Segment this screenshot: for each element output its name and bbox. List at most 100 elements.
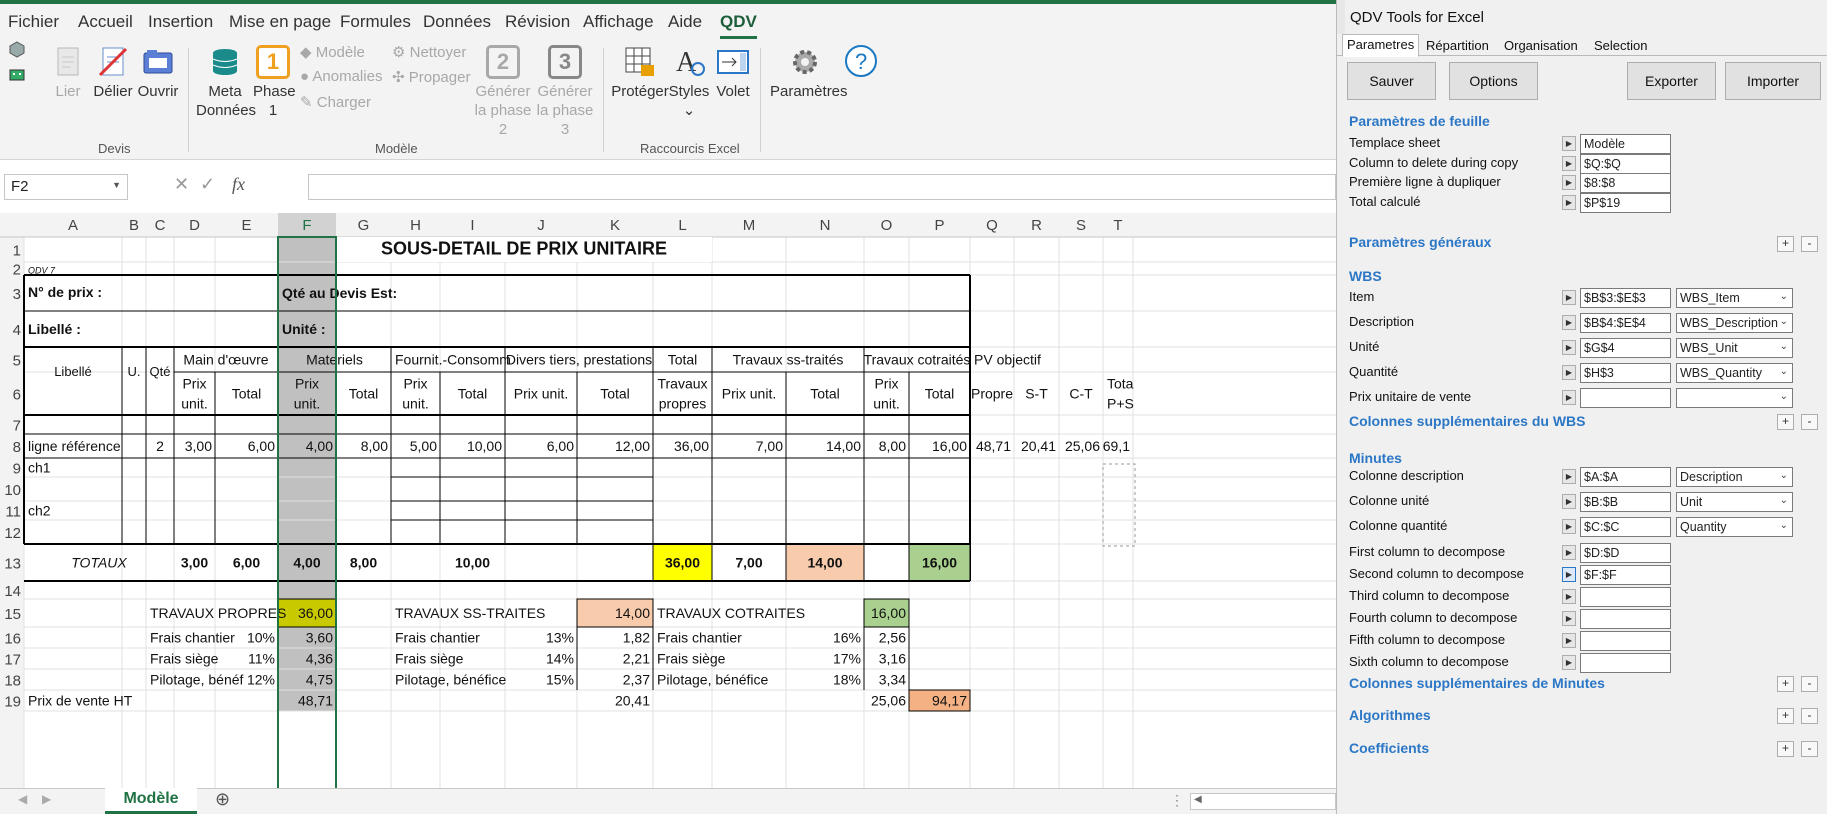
volet-button[interactable]: Volet [712, 45, 754, 101]
tab-organisation[interactable]: Organisation [1500, 36, 1582, 56]
field-input[interactable]: $Q:$Q [1580, 153, 1671, 174]
menu-accueil[interactable]: Accueil [78, 12, 133, 32]
cell-picker-arrow-icon[interactable]: ▶ [1562, 194, 1576, 210]
cell-picker-arrow-icon[interactable]: ▶ [1562, 567, 1576, 582]
next-sheet-icon[interactable]: ▶ [42, 792, 51, 806]
section-minutes-extra[interactable]: Colonnes supplémentaires de Minutes [1349, 675, 1605, 691]
scroll-left-icon[interactable]: ◀ [1194, 794, 1202, 805]
sheet-tab-modele[interactable]: Modèle [105, 788, 197, 814]
expand-coefficients-button[interactable]: + [1777, 741, 1794, 757]
field-input[interactable]: $F:$F [1580, 565, 1671, 585]
cube-icon[interactable] [8, 40, 26, 63]
cell-picker-arrow-icon[interactable]: ▶ [1562, 611, 1576, 626]
expand-minutes-extra-button[interactable]: + [1777, 676, 1794, 692]
formula-input[interactable] [308, 174, 1336, 200]
expand-wbs-extra-button[interactable]: + [1777, 414, 1794, 430]
field-input[interactable]: $P$19 [1580, 192, 1671, 213]
tab-parametres[interactable]: Parametres [1342, 34, 1420, 57]
field-input[interactable]: $H$3 [1580, 363, 1671, 383]
field-select[interactable]: WBS_Item ⌄ [1676, 288, 1793, 308]
confirm-icon[interactable]: ✓ [200, 174, 215, 195]
prev-sheet-icon[interactable]: ◀ [18, 792, 27, 806]
field-select[interactable]: Quantity ⌄ [1676, 517, 1793, 537]
section-parametres-generaux[interactable]: Paramètres généraux [1349, 234, 1491, 250]
menu-revision[interactable]: Révision [505, 12, 570, 32]
cell-picker-arrow-icon[interactable]: ▶ [1562, 315, 1576, 330]
menu-insertion[interactable]: Insertion [148, 12, 213, 32]
delier-button[interactable]: Délier [92, 45, 134, 101]
field-input[interactable]: Modèle [1580, 134, 1671, 154]
cell-picker-arrow-icon[interactable]: ▶ [1562, 633, 1576, 648]
field-input[interactable] [1580, 388, 1671, 408]
name-box[interactable]: F2 ▼ [4, 174, 128, 200]
cell-picker-arrow-icon[interactable]: ▶ [1562, 545, 1576, 560]
field-input[interactable]: $B$3:$E$3 [1580, 288, 1671, 308]
generer-phase2-button[interactable]: 2 Générer la phase 2 [470, 45, 536, 139]
more-options-icon[interactable]: ⋮ [1170, 792, 1184, 809]
cell-picker-arrow-icon[interactable]: ▶ [1562, 390, 1576, 405]
section-wbs-extra[interactable]: Colonnes supplémentaires du WBS [1349, 413, 1585, 429]
field-input[interactable]: $D:$D [1580, 543, 1671, 563]
section-algorithmes[interactable]: Algorithmes [1349, 707, 1431, 723]
tab-repartition[interactable]: Répartition [1422, 36, 1493, 56]
expand-generaux-button[interactable]: + [1777, 236, 1794, 252]
field-select[interactable]: Description ⌄ [1676, 467, 1793, 487]
fx-icon[interactable]: fx [232, 174, 245, 195]
field-select[interactable]: WBS_Description ⌄ [1676, 313, 1793, 333]
field-input[interactable] [1580, 631, 1671, 651]
menu-qdv[interactable]: QDV [720, 12, 757, 39]
field-input[interactable]: $G$4 [1580, 338, 1671, 358]
charger-button[interactable]: ✎ Charger [300, 93, 371, 111]
field-input[interactable]: $C:$C [1580, 517, 1671, 537]
proteger-button[interactable]: Protéger [610, 45, 670, 101]
field-input[interactable]: $8:$8 [1580, 173, 1671, 193]
sauver-button[interactable]: Sauver [1347, 62, 1436, 100]
field-input[interactable] [1580, 609, 1671, 629]
menu-fichier[interactable]: Fichier [8, 12, 59, 32]
cell-picker-arrow-icon[interactable]: ▶ [1562, 136, 1576, 151]
cell-picker-arrow-icon[interactable]: ▶ [1562, 655, 1576, 670]
collapse-wbs-extra-button[interactable]: - [1801, 414, 1818, 430]
anomalies-button[interactable]: ● Anomalies [300, 68, 382, 85]
horizontal-scrollbar[interactable]: ◀ [1190, 793, 1336, 810]
help-icon[interactable]: ? [844, 44, 878, 83]
options-button[interactable]: Options [1449, 62, 1538, 100]
propager-button[interactable]: ✣ Propager [392, 68, 470, 86]
cell-picker-arrow-icon[interactable]: ▶ [1562, 175, 1576, 190]
menu-aide[interactable]: Aide [668, 12, 702, 32]
collapse-minutes-extra-button[interactable]: - [1801, 676, 1818, 692]
section-coefficients[interactable]: Coefficients [1349, 740, 1429, 756]
field-input[interactable] [1580, 653, 1671, 673]
field-input[interactable] [1580, 587, 1671, 607]
cell-picker-arrow-icon[interactable]: ▶ [1562, 290, 1576, 305]
menu-formules[interactable]: Formules [340, 12, 411, 32]
exporter-button[interactable]: Exporter [1627, 62, 1716, 100]
ouvrir-button[interactable]: Ouvrir [137, 45, 179, 101]
collapse-coefficients-button[interactable]: - [1801, 741, 1818, 757]
cell-picker-arrow-icon[interactable]: ▶ [1562, 155, 1576, 171]
modele-button[interactable]: ◆ Modèle [300, 43, 365, 61]
menu-donnees[interactable]: Données [423, 12, 491, 32]
collapse-generaux-button[interactable]: - [1801, 236, 1818, 252]
menu-affichage[interactable]: Affichage [583, 12, 654, 32]
cell-picker-arrow-icon[interactable]: ▶ [1562, 469, 1576, 484]
cancel-icon[interactable]: ✕ [174, 174, 189, 195]
field-input[interactable]: $A:$A [1580, 467, 1671, 487]
meta-donnees-button[interactable]: Meta Données [196, 45, 256, 120]
generer-phase3-button[interactable]: 3 Générer la phase 3 [532, 45, 598, 139]
cell-picker-arrow-icon[interactable]: ▶ [1562, 589, 1576, 604]
collapse-algorithmes-button[interactable]: - [1801, 708, 1818, 724]
cell-picker-arrow-icon[interactable]: ▶ [1562, 494, 1576, 509]
parametres-button[interactable]: Paramètres [770, 45, 848, 101]
importer-button[interactable]: Importer [1725, 62, 1821, 100]
tab-selection[interactable]: Selection [1590, 36, 1651, 56]
worksheet-grid[interactable]: A B C D E F G H I J K L M N O P Q R S T 1 2 3 4 5 6 7 8 9 10 11 12 13 14 1… [0, 213, 1336, 788]
menu-mise-en-page[interactable]: Mise en page [229, 12, 331, 32]
add-sheet-icon[interactable]: ⊕ [215, 789, 230, 810]
expand-algorithmes-button[interactable]: + [1777, 708, 1794, 724]
nettoyer-button[interactable]: ⚙ Nettoyer [392, 43, 466, 61]
field-input[interactable]: $B:$B [1580, 492, 1671, 512]
cell-picker-arrow-icon[interactable]: ▶ [1562, 519, 1576, 534]
field-select[interactable]: Unit ⌄ [1676, 492, 1793, 512]
phase1-button[interactable]: 1 Phase 1 [253, 45, 296, 120]
